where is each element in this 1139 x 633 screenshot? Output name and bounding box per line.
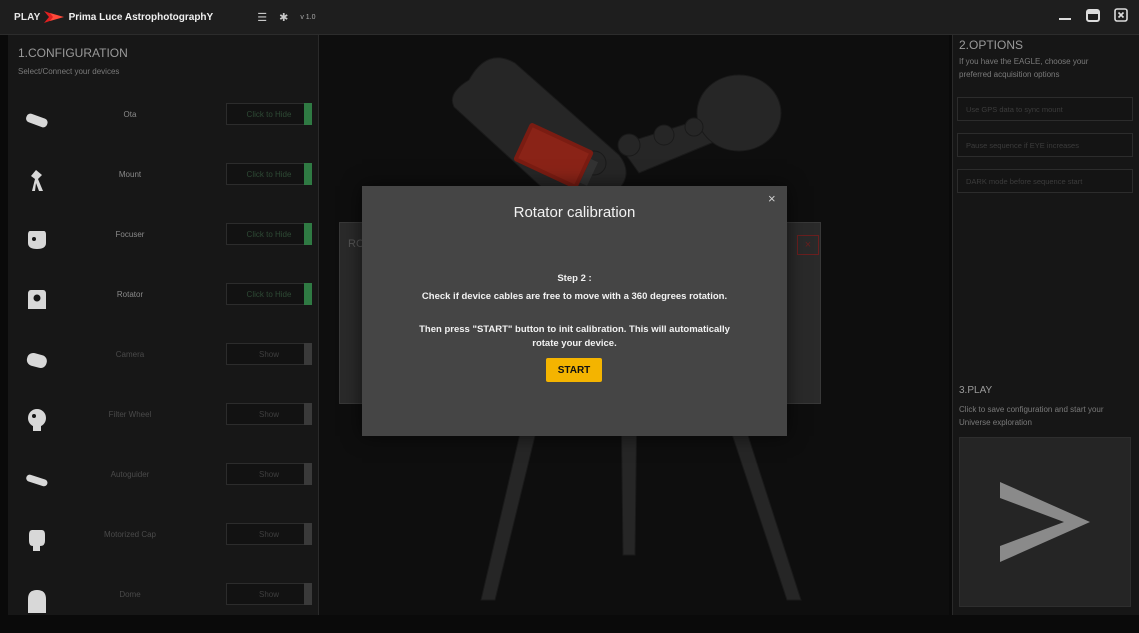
gear-icon[interactable]: ✱	[279, 11, 288, 24]
minimize-button[interactable]	[1057, 7, 1073, 23]
title-bar: PLAY Prima Luce AstrophotographY ☰ ✱ v 1…	[0, 0, 1139, 35]
device-label: Rotator	[116, 290, 144, 299]
rotator-calibration-dialog: Rotator calibration × Step 2 : Check if …	[362, 186, 787, 436]
device-row-motorized-cap: Motorized Cap Show	[8, 513, 318, 573]
camera-icon	[26, 352, 47, 369]
options-title: 2.OPTIONS	[959, 38, 1024, 52]
maximize-icon	[1086, 9, 1100, 22]
play-subtitle-line1: Click to save configuration and start yo…	[959, 405, 1104, 414]
instruction-line2: Then press "START" button to init calibr…	[419, 324, 730, 335]
device-label: Autoguider	[110, 470, 150, 479]
play-button[interactable]	[959, 437, 1131, 607]
brand-name-label: Prima Luce AstrophotographY	[68, 11, 214, 23]
device-label: Focuser	[115, 230, 145, 239]
instruction-line3: rotate your device.	[532, 338, 617, 349]
window-controls	[1057, 7, 1129, 23]
dialog-close-icon[interactable]: ×	[768, 191, 776, 206]
options-subtitle-line1: If you have the EAGLE, choose your	[959, 57, 1089, 66]
gps-sync-button[interactable]: Use GPS data to sync mount	[957, 97, 1133, 121]
device-row-filter-wheel: Filter Wheel Show	[8, 393, 318, 453]
motorized-cap-toggle-button[interactable]: Show	[226, 523, 312, 545]
device-label: Motorized Cap	[103, 530, 157, 539]
play-logo-icon	[43, 11, 64, 23]
focuser-toggle-button[interactable]: Click to Hide	[226, 223, 312, 245]
device-label: Dome	[119, 590, 141, 599]
configuration-panel: 1.CONFIGURATION Select/Connect your devi…	[8, 35, 319, 615]
device-label: Ota	[123, 110, 137, 119]
mount-toggle-button[interactable]: Click to Hide	[226, 163, 312, 185]
close-icon	[1114, 8, 1128, 22]
device-label: Mount	[118, 170, 142, 179]
dome-icon	[28, 590, 46, 613]
menu-icon[interactable]: ☰	[257, 11, 267, 24]
dome-toggle-button[interactable]: Show	[226, 583, 312, 605]
configuration-subtitle: Select/Connect your devices	[18, 67, 120, 76]
autoguider-icon	[26, 474, 48, 487]
autoguider-toggle-button[interactable]: Show	[226, 463, 312, 485]
step-label: Step 2 :	[557, 273, 592, 284]
device-row-ota: Ota Click to Hide	[8, 93, 318, 153]
version-label: v 1.0	[300, 13, 316, 21]
device-row-autoguider: Autoguider Show	[8, 453, 318, 513]
mount-icon	[31, 170, 43, 191]
device-row-mount: Mount Click to Hide	[8, 153, 318, 213]
play-arrow-icon	[1000, 482, 1090, 562]
filter-wheel-toggle-button[interactable]: Show	[226, 403, 312, 425]
device-label: Camera	[115, 350, 145, 359]
device-row-rotator: Rotator Click to Hide	[8, 273, 318, 333]
ota-toggle-button[interactable]: Click to Hide	[226, 103, 312, 125]
maximize-button[interactable]	[1085, 7, 1101, 23]
app-brand: PLAY Prima Luce AstrophotographY	[14, 10, 213, 24]
play-title: 3.PLAY	[959, 385, 993, 396]
device-row-dome: Dome Show	[8, 573, 318, 633]
filter-wheel-icon	[28, 409, 46, 431]
dark-mode-button[interactable]: DARK mode before sequence start	[957, 169, 1133, 193]
device-label: Filter Wheel	[108, 410, 152, 419]
close-window-button[interactable]	[1113, 7, 1129, 23]
motorized-cap-icon	[29, 530, 45, 551]
focuser-icon	[28, 231, 46, 249]
play-subtitle-line2: Universe exploration	[959, 418, 1032, 427]
ota-icon	[26, 113, 48, 128]
camera-toggle-button[interactable]: Show	[226, 343, 312, 365]
device-row-focuser: Focuser Click to Hide	[8, 213, 318, 273]
instruction-line1: Check if device cables are free to move …	[421, 291, 728, 302]
device-row-camera: Camera Show	[8, 333, 318, 393]
start-button[interactable]: START	[546, 358, 602, 382]
rotator-icon	[28, 290, 46, 309]
dialog-title: Rotator calibration	[513, 204, 636, 221]
minimize-icon	[1059, 18, 1071, 20]
configuration-title: 1.CONFIGURATION	[18, 46, 128, 60]
rotator-toggle-button[interactable]: Click to Hide	[226, 283, 312, 305]
options-subtitle-line2: preferred acquisition options	[959, 70, 1060, 79]
pause-sequence-button[interactable]: Pause sequence if EYE increases	[957, 133, 1133, 157]
options-panel: 2.OPTIONS If you have the EAGLE, choose …	[952, 35, 1139, 615]
brand-play-label: PLAY	[14, 11, 41, 23]
background-dialog-close-icon[interactable]: ×	[797, 235, 819, 255]
